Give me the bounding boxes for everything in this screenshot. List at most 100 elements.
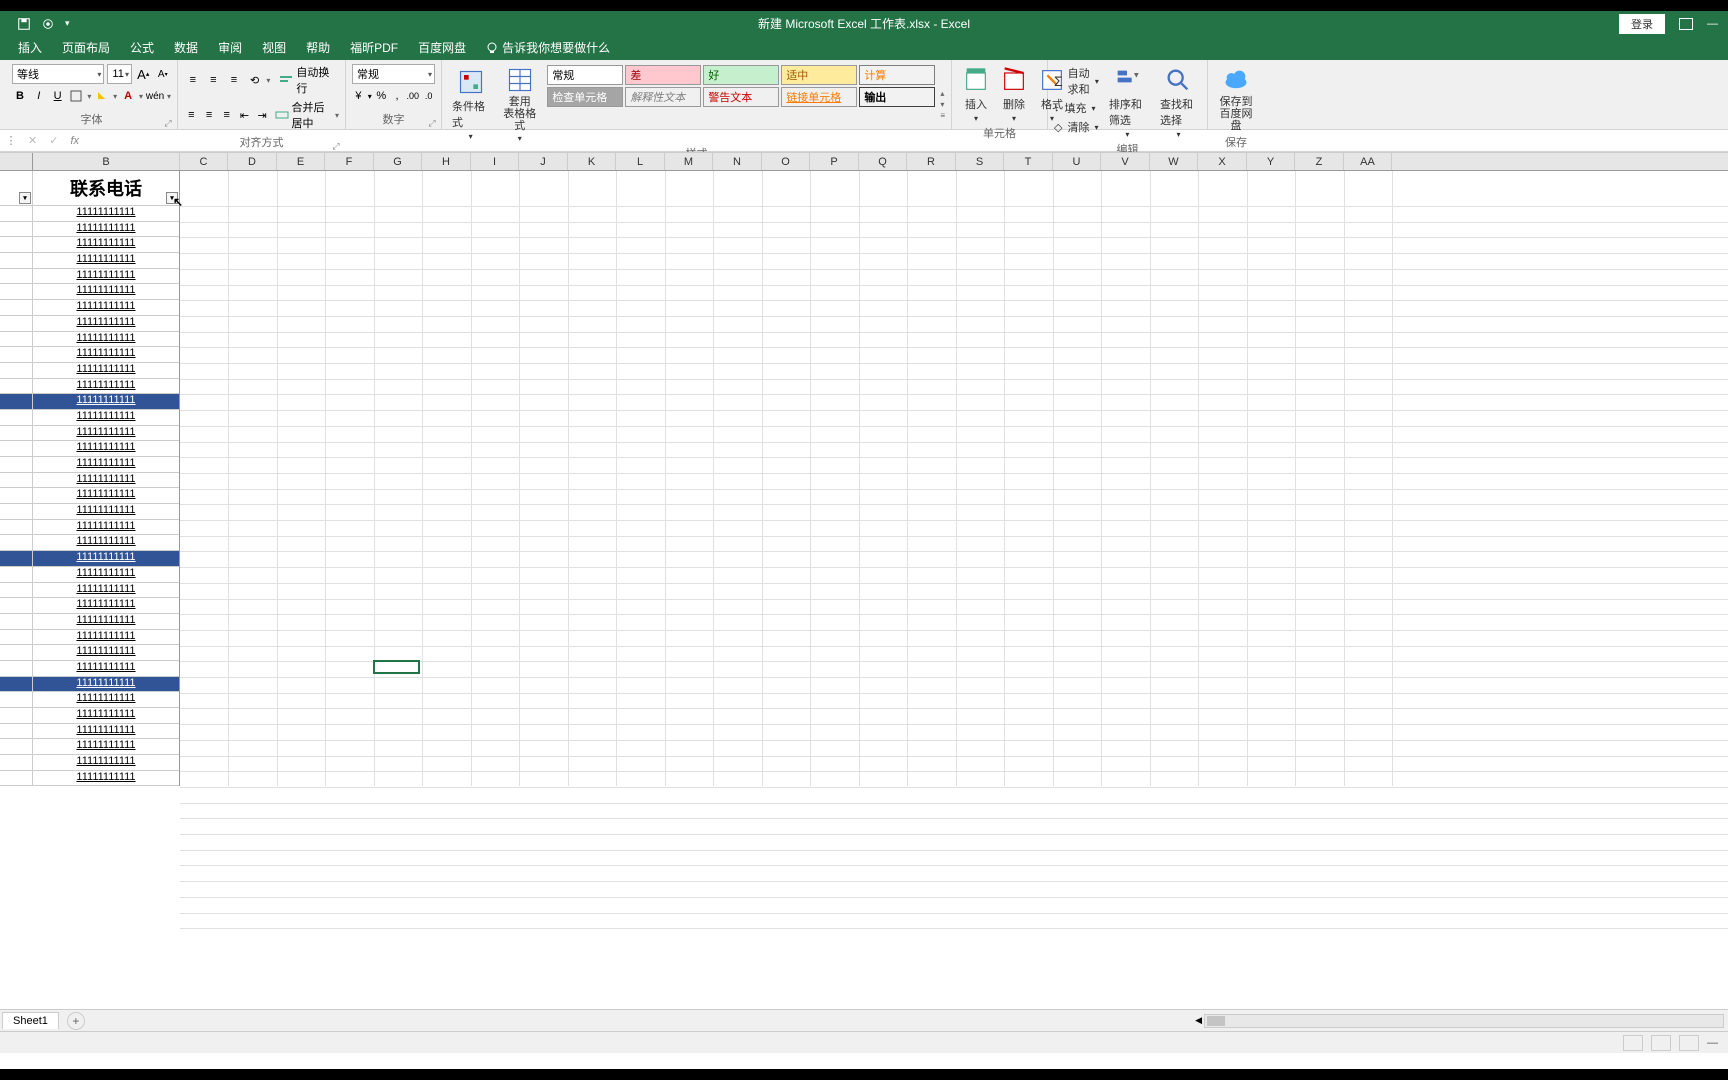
sort-filter-button[interactable]: 排序和筛选▾ [1105, 64, 1150, 141]
column-header[interactable]: G [374, 153, 422, 170]
cell[interactable] [0, 379, 32, 395]
cell[interactable]: 11111111111 [33, 426, 179, 442]
touch-mode-icon[interactable] [41, 17, 55, 31]
page-layout-view-icon[interactable] [1651, 1035, 1671, 1051]
column-header[interactable]: N [713, 153, 762, 170]
column-header[interactable]: Z [1295, 153, 1344, 170]
column-header[interactable]: K [568, 153, 616, 170]
column-header[interactable]: M [665, 153, 713, 170]
autosum-button[interactable]: Σ自动求和▾ [1054, 64, 1099, 98]
ribbon-tab[interactable]: 视图 [252, 35, 296, 60]
cell[interactable] [0, 551, 32, 567]
cell[interactable] [0, 708, 32, 724]
fill-color-button[interactable] [94, 87, 110, 105]
cell[interactable] [0, 771, 32, 787]
selected-cell[interactable] [373, 660, 420, 674]
cell[interactable] [0, 504, 32, 520]
align-middle-icon[interactable]: ≡ [205, 71, 223, 89]
align-right-icon[interactable]: ≡ [219, 106, 234, 124]
column-header[interactable]: T [1004, 153, 1053, 170]
decrease-decimal-icon[interactable]: .0 [422, 87, 435, 105]
ribbon-tab[interactable]: 百度网盘 [408, 35, 476, 60]
style-explain[interactable]: 解释性文本 [625, 87, 701, 107]
style-bad[interactable]: 差 [625, 65, 701, 85]
cell[interactable]: 11111111111 [33, 614, 179, 630]
column-header[interactable]: C [180, 153, 228, 170]
hscroll-left-icon[interactable]: ◀ [1195, 1015, 1202, 1026]
column-header[interactable]: AA [1344, 153, 1392, 170]
column-header[interactable]: S [956, 153, 1004, 170]
cell[interactable] [0, 661, 32, 677]
number-format-combo[interactable]: 常规▾ [352, 64, 435, 84]
conditional-formatting-button[interactable]: 条件格式▾ [448, 64, 493, 145]
login-button[interactable]: 登录 [1619, 14, 1665, 34]
column-header[interactable]: Y [1247, 153, 1295, 170]
decrease-font-icon[interactable]: A▾ [155, 65, 171, 83]
percent-format-icon[interactable]: % [375, 87, 388, 105]
cell[interactable] [0, 253, 32, 269]
column-header[interactable]: W [1150, 153, 1198, 170]
zoom-out-icon[interactable]: — [1707, 1037, 1718, 1049]
italic-button[interactable]: I [31, 87, 47, 105]
column-header[interactable]: H [422, 153, 471, 170]
cell[interactable]: 11111111111 [33, 237, 179, 253]
find-select-button[interactable]: 查找和选择▾ [1156, 64, 1201, 141]
cell[interactable] [0, 692, 32, 708]
cell[interactable] [0, 739, 32, 755]
cell[interactable]: 11111111111 [33, 567, 179, 583]
normal-view-icon[interactable] [1623, 1035, 1643, 1051]
cell[interactable]: 11111111111 [33, 724, 179, 740]
cell-a-header[interactable]: ▾ [0, 171, 32, 206]
horizontal-scrollbar[interactable] [1204, 1014, 1724, 1028]
ribbon-tab[interactable]: 公式 [120, 35, 164, 60]
add-sheet-button[interactable]: + [67, 1012, 85, 1030]
select-all-corner[interactable] [0, 153, 33, 170]
cell[interactable] [0, 347, 32, 363]
font-name-combo[interactable]: 等线▾ [12, 64, 104, 84]
cell[interactable]: 11111111111 [33, 708, 179, 724]
style-check[interactable]: 检查单元格 [547, 87, 623, 107]
cell[interactable]: 11111111111 [33, 661, 179, 677]
cell[interactable]: 11111111111 [33, 316, 179, 332]
increase-decimal-icon[interactable]: .00 [406, 87, 419, 105]
align-left-icon[interactable]: ≡ [184, 106, 199, 124]
font-size-combo[interactable]: 11▾ [107, 64, 132, 84]
cell[interactable]: 11111111111 [33, 206, 179, 222]
styles-more-icon[interactable]: ≡ [940, 111, 945, 120]
column-header[interactable]: D [228, 153, 277, 170]
style-calc[interactable]: 计算 [859, 65, 935, 85]
cell[interactable]: 11111111111 [33, 363, 179, 379]
cell[interactable] [0, 583, 32, 599]
style-normal[interactable]: 常规 [547, 65, 623, 85]
cell[interactable] [0, 441, 32, 457]
cell[interactable]: 11111111111 [33, 692, 179, 708]
cell[interactable] [0, 755, 32, 771]
column-header[interactable]: F [325, 153, 374, 170]
cell[interactable]: 11111111111 [33, 488, 179, 504]
merge-icon[interactable] [275, 108, 289, 122]
cell[interactable] [0, 300, 32, 316]
align-top-icon[interactable]: ≡ [184, 71, 202, 89]
cell[interactable]: 11111111111 [33, 473, 179, 489]
column-header[interactable]: I [471, 153, 519, 170]
cell[interactable]: 11111111111 [33, 332, 179, 348]
cell[interactable]: 11111111111 [33, 677, 179, 693]
style-warn[interactable]: 警告文本 [703, 87, 779, 107]
fill-button[interactable]: ↓填充▾ [1054, 99, 1099, 117]
cell[interactable] [0, 614, 32, 630]
styles-scroll-up-icon[interactable]: ▴ [940, 89, 945, 98]
cell[interactable] [0, 284, 32, 300]
cell[interactable]: 11111111111 [33, 755, 179, 771]
underline-button[interactable]: U [50, 87, 66, 105]
cell[interactable] [0, 473, 32, 489]
ribbon-tab[interactable]: 帮助 [296, 35, 340, 60]
cell[interactable] [0, 410, 32, 426]
cell[interactable] [0, 535, 32, 551]
ribbon-display-icon[interactable] [1679, 18, 1693, 30]
empty-grid-area[interactable] [180, 171, 1728, 786]
ribbon-tab[interactable]: 福昕PDF [340, 35, 408, 60]
cell[interactable] [0, 316, 32, 332]
increase-font-icon[interactable]: A▴ [135, 65, 151, 83]
cell[interactable] [0, 457, 32, 473]
column-header[interactable]: R [907, 153, 956, 170]
